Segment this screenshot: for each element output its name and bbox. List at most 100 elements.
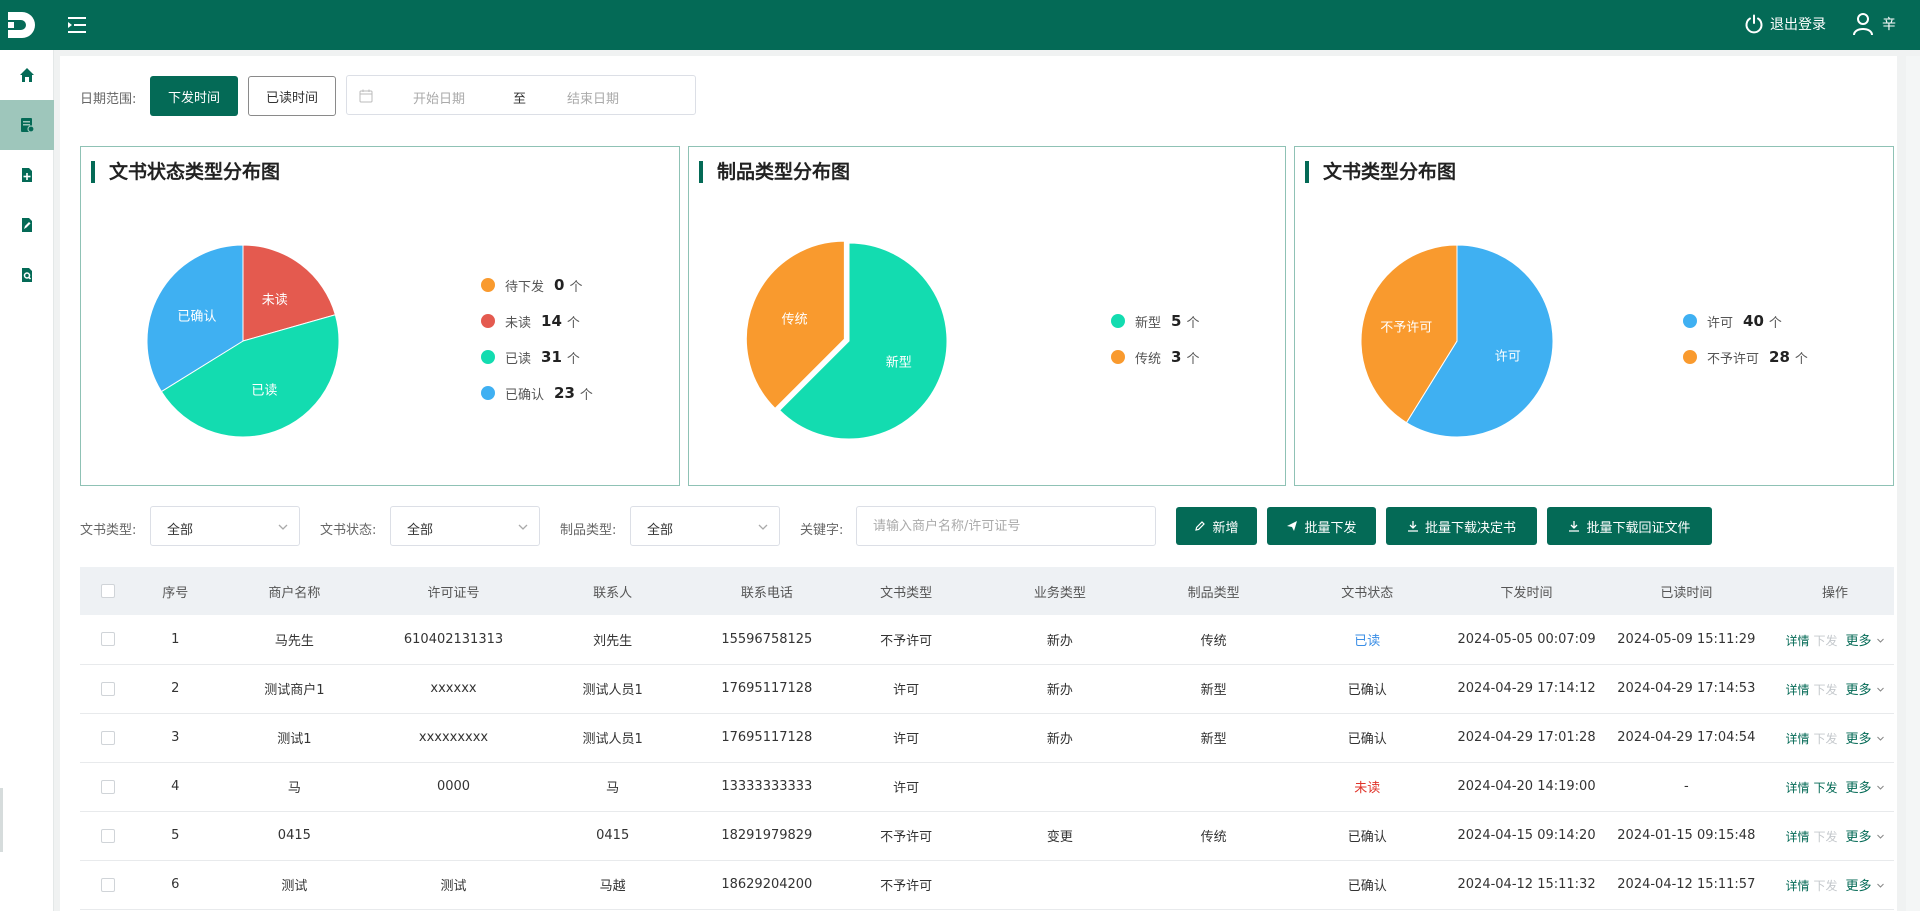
legend-value: 28 <box>1769 348 1790 366</box>
batch-download-receipt-button[interactable]: 批量下载回证文件 <box>1547 507 1712 545</box>
cell-no: 2 <box>135 664 215 714</box>
column-header[interactable]: 业务类型 <box>970 567 1150 615</box>
cell-read-time: 2024-01-15 09:15:48 <box>1596 811 1777 861</box>
legend-label: 许可 <box>1707 315 1734 331</box>
more-dropdown[interactable]: 更多 <box>1845 683 1884 698</box>
column-header[interactable]: 制品类型 <box>1149 567 1279 615</box>
more-label: 更多 <box>1845 633 1872 649</box>
legend-item[interactable]: 不予许可 28 个 <box>1683 339 1808 375</box>
issue-link[interactable]: 下发 <box>1813 830 1837 844</box>
legend-item[interactable]: 已确认 23 个 <box>481 375 593 411</box>
issue-link[interactable]: 下发 <box>1813 879 1837 893</box>
read-time-button[interactable]: 已读时间 <box>248 76 336 116</box>
table-row[interactable]: 2 测试商户1 xxxxxx 测试人员1 17695117128 许可 新办 新… <box>80 664 1894 714</box>
detail-link[interactable]: 详情 <box>1785 634 1809 648</box>
cell-issue-time: 2024-04-29 17:01:28 <box>1456 713 1597 763</box>
select-all-checkbox[interactable] <box>100 584 115 598</box>
legend-dot <box>481 386 495 400</box>
legend-item[interactable]: 传统 3 个 <box>1111 339 1199 375</box>
product-type-select[interactable]: 全部 <box>630 506 780 546</box>
table-row[interactable]: 5 0415 0415 18291979829 不予许可 变更 传统 已确认 2… <box>80 811 1894 861</box>
date-range-picker[interactable]: 开始日期 至 结束日期 <box>346 75 696 115</box>
detail-link[interactable]: 详情 <box>1785 781 1809 795</box>
sidebar-item-add[interactable] <box>0 150 54 200</box>
batch-download-decision-button[interactable]: 批量下载决定书 <box>1386 507 1537 545</box>
doc-status-legend: 待下发 0 个未读 14 个已读 31 个已确认 23 个 <box>481 267 593 411</box>
sidebar-item-search[interactable] <box>0 250 54 300</box>
cell-product-type: 传统 <box>1149 615 1279 665</box>
issue-link[interactable]: 下发 <box>1813 683 1837 697</box>
more-dropdown[interactable]: 更多 <box>1845 879 1884 894</box>
legend-item[interactable]: 未读 14 个 <box>481 303 593 339</box>
app-logo <box>8 12 35 38</box>
product-type-value: 全部 <box>647 523 674 538</box>
more-dropdown[interactable]: 更多 <box>1845 830 1884 845</box>
start-date-placeholder[interactable]: 开始日期 <box>413 88 465 107</box>
legend-dot <box>481 350 495 364</box>
row-checkbox[interactable] <box>100 681 115 696</box>
detail-link[interactable]: 详情 <box>1785 683 1809 697</box>
sidebar-item-documents[interactable] <box>0 100 54 150</box>
cell-status: 已确认 <box>1278 664 1457 714</box>
keyword-input[interactable] <box>856 506 1156 546</box>
legend-item[interactable]: 许可 40 个 <box>1683 303 1808 339</box>
more-dropdown[interactable]: 更多 <box>1845 732 1884 747</box>
more-dropdown[interactable]: 更多 <box>1845 634 1884 649</box>
cell-contact: 马越 <box>533 860 693 910</box>
detail-link[interactable]: 详情 <box>1785 830 1809 844</box>
column-header[interactable]: 商户名称 <box>214 567 374 615</box>
sidebar-resize-handle[interactable] <box>0 788 3 852</box>
legend-item[interactable]: 新型 5 个 <box>1111 303 1199 339</box>
column-header[interactable]: 许可证号 <box>373 567 534 615</box>
cell-phone: 13333333333 <box>692 762 842 812</box>
end-date-placeholder[interactable]: 结束日期 <box>567 88 619 107</box>
column-header[interactable]: 文书状态 <box>1278 567 1457 615</box>
cell-license: xxxxxx <box>373 664 534 714</box>
issue-link[interactable]: 下发 <box>1813 781 1837 795</box>
table-row[interactable]: 1 马先生 610402131313 刘先生 15596758125 不予许可 … <box>80 615 1894 665</box>
legend-unit: 个 <box>1186 351 1200 367</box>
column-header[interactable]: 联系电话 <box>692 567 842 615</box>
legend-item[interactable]: 已读 31 个 <box>481 339 593 375</box>
doc-status-select[interactable]: 全部 <box>390 506 540 546</box>
more-label: 更多 <box>1845 732 1872 747</box>
cell-status: 未读 <box>1278 762 1457 812</box>
page-scrollbar[interactable] <box>1906 56 1920 911</box>
cell-license: 0000 <box>373 762 534 812</box>
logout-button[interactable]: 退出登录 <box>1744 14 1826 34</box>
issue-time-button[interactable]: 下发时间 <box>150 76 238 116</box>
issue-link[interactable]: 下发 <box>1813 634 1837 648</box>
more-dropdown[interactable]: 更多 <box>1845 781 1884 796</box>
user-menu[interactable]: 辛 <box>1852 12 1896 36</box>
legend-unit: 个 <box>566 315 580 331</box>
document-table: 序号 商户名称 许可证号 联系人 联系电话 文书类型 业务类型 制品类型 文书状… <box>80 567 1894 910</box>
row-checkbox[interactable] <box>100 828 115 843</box>
row-checkbox[interactable] <box>100 877 115 892</box>
add-button[interactable]: 新增 <box>1176 507 1257 545</box>
cell-read-time: 2024-05-09 15:11:29 <box>1596 615 1777 665</box>
detail-link[interactable]: 详情 <box>1785 732 1809 746</box>
legend-item[interactable]: 待下发 0 个 <box>481 267 593 303</box>
detail-link[interactable]: 详情 <box>1785 879 1809 893</box>
column-header[interactable]: 联系人 <box>533 567 693 615</box>
menu-toggle-icon[interactable] <box>68 16 90 34</box>
table-row[interactable]: 3 测试1 xxxxxxxxx 测试人员1 17695117128 许可 新办 … <box>80 713 1894 763</box>
column-header[interactable]: 序号 <box>135 567 215 615</box>
issue-link[interactable]: 下发 <box>1813 732 1837 746</box>
batch-issue-button[interactable]: 批量下发 <box>1267 507 1376 545</box>
column-header[interactable]: 已读时间 <box>1596 567 1777 615</box>
table-row[interactable]: 4 马 0000 马 13333333333 许可 未读 2024-04-20 … <box>80 762 1894 812</box>
row-checkbox[interactable] <box>100 730 115 745</box>
legend-value: 0 <box>554 276 565 294</box>
cell-product-type <box>1149 860 1279 910</box>
sidebar-item-edit[interactable] <box>0 200 54 250</box>
doc-type-select[interactable]: 全部 <box>150 506 300 546</box>
table-row[interactable]: 6 测试 测试 马越 18629204200 不予许可 已确认 2024-04-… <box>80 860 1894 910</box>
column-header[interactable]: 文书类型 <box>841 567 971 615</box>
cell-issue-time: 2024-04-20 14:19:00 <box>1456 762 1597 812</box>
row-checkbox[interactable] <box>100 632 115 647</box>
doc-type-legend: 许可 40 个不予许可 28 个 <box>1683 303 1808 375</box>
sidebar-item-home[interactable] <box>0 50 54 100</box>
row-checkbox[interactable] <box>100 779 115 794</box>
column-header[interactable]: 下发时间 <box>1456 567 1597 615</box>
